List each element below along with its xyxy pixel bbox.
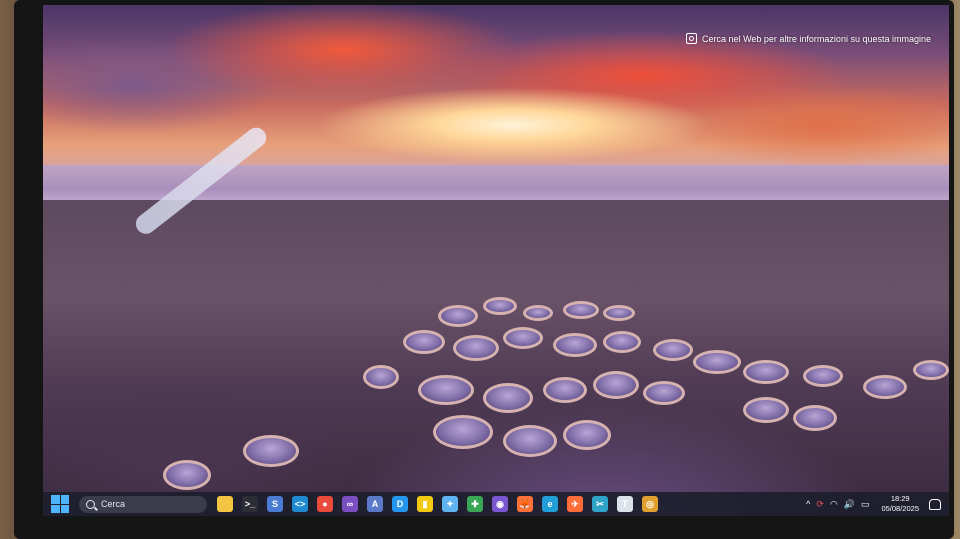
visual-studio-icon[interactable]: ∞ [342, 496, 358, 512]
tidepool [603, 331, 641, 353]
notifications-icon[interactable] [929, 498, 941, 510]
tidepool [483, 297, 517, 315]
tidepool [243, 435, 299, 467]
tidepool [523, 305, 553, 321]
tidepool [563, 420, 611, 450]
search-web-hint[interactable]: Cerca nel Web per altre informazioni su … [686, 33, 931, 44]
clock-time: 18:29 [890, 494, 910, 503]
tidepool [363, 365, 399, 389]
taskbar: Cerca >_ S <> ● ∞ A D ▮ ✦ ✚ ◉ 🦊 e ✈ ✂ T ◎ ^ ⟳ ◠ 🔊 ▭ 18:2… [43, 492, 949, 516]
search-icon [86, 499, 95, 509]
powerbi-icon[interactable]: ▮ [417, 496, 433, 512]
clock-date: 05/08/2025 [881, 504, 919, 513]
chrome-icon[interactable]: ● [317, 496, 333, 512]
terminal-icon[interactable]: >_ [242, 496, 258, 512]
tidepool [483, 383, 533, 413]
tidepool [553, 333, 597, 357]
taskbar-apps: >_ S <> ● ∞ A D ▮ ✦ ✚ ◉ 🦊 e ✈ ✂ T ◎ [217, 496, 658, 512]
tidepool [603, 305, 635, 321]
tidepool [743, 397, 789, 423]
taskbar-search[interactable]: Cerca [79, 495, 207, 513]
tidepool [743, 360, 789, 384]
tidepool [803, 365, 843, 387]
monitor-bezel: Cerca nel Web per altre informazioni su … [14, 0, 954, 539]
sql-server-icon[interactable]: S [267, 496, 283, 512]
clock[interactable]: 18:29 05/08/2025 [881, 494, 919, 514]
start-logo-tile [60, 504, 69, 513]
tidepool [913, 360, 949, 380]
tidepool [163, 460, 211, 490]
start-logo-tile [51, 495, 60, 504]
tidepool [563, 301, 599, 319]
start-logo-tile [51, 504, 60, 513]
app-icon-17[interactable]: ◎ [642, 496, 658, 512]
postman-icon[interactable]: ✈ [567, 496, 583, 512]
desktop-wallpaper [43, 5, 949, 516]
tidepool [403, 330, 445, 354]
snipping-tool-icon[interactable]: ✂ [592, 496, 608, 512]
tidepool [863, 375, 907, 399]
tidepool [418, 375, 474, 405]
wifi-icon[interactable]: ◠ [830, 499, 838, 510]
tidepool [503, 327, 543, 349]
tidepool [653, 339, 693, 361]
search-web-hint-label: Cerca nel Web per altre informazioni su … [702, 33, 931, 44]
github-desktop-icon[interactable]: ◉ [492, 496, 508, 512]
firefox-icon[interactable]: 🦊 [517, 496, 533, 512]
app-icon-10[interactable]: ✚ [467, 496, 483, 512]
copilot-icon[interactable]: ✦ [442, 496, 458, 512]
tidepool [438, 305, 478, 327]
docker-icon[interactable]: D [392, 496, 408, 512]
start-logo-tile [60, 495, 69, 504]
file-explorer-icon[interactable] [217, 496, 233, 512]
system-tray: ^ ⟳ ◠ 🔊 ▭ 18:29 05/08/2025 [806, 494, 941, 514]
visual-search-icon [686, 33, 698, 44]
tidepool [693, 350, 741, 374]
tidepool [543, 377, 587, 403]
volume-icon[interactable]: 🔊 [844, 499, 855, 510]
edge-icon[interactable]: e [542, 496, 558, 512]
tidepool [593, 371, 639, 399]
screen: Cerca nel Web per altre informazioni su … [43, 5, 949, 516]
battery-icon[interactable]: ▭ [861, 499, 870, 510]
tidepool [793, 405, 837, 431]
tidepool [643, 381, 685, 405]
tray-app-icon[interactable]: ⟳ [816, 499, 824, 510]
vscode-icon[interactable]: <> [292, 496, 308, 512]
notepad-icon[interactable]: T [617, 496, 633, 512]
search-placeholder: Cerca [101, 499, 126, 509]
tidepool [453, 335, 499, 361]
tidepool [503, 425, 557, 457]
tray-chevron-icon[interactable]: ^ [806, 499, 810, 509]
azure-data-studio-icon[interactable]: A [367, 496, 383, 512]
tidepool [433, 415, 493, 449]
start-button[interactable] [51, 495, 69, 513]
wallpaper-sky [43, 5, 949, 170]
